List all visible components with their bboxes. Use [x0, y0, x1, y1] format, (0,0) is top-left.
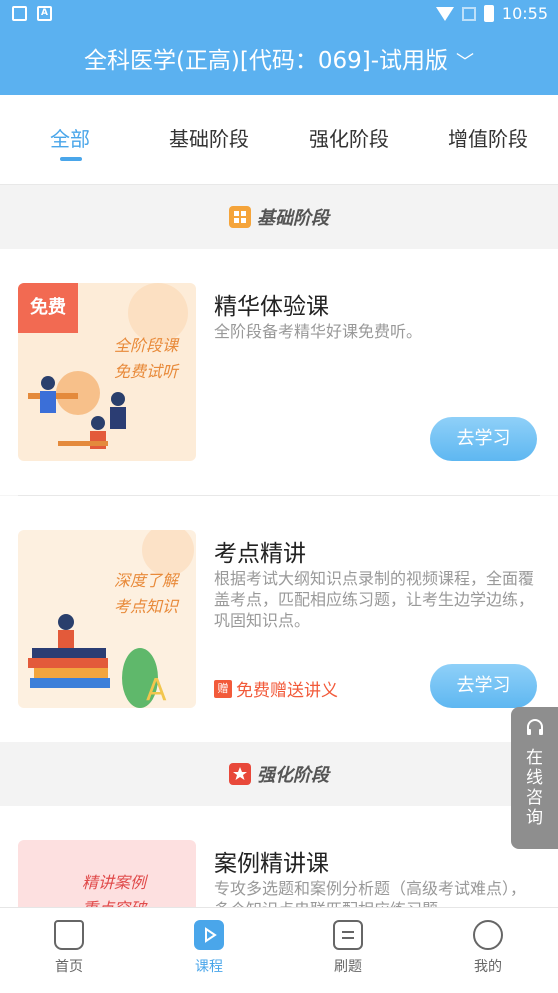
- nav-home[interactable]: 首页: [29, 920, 109, 976]
- course-thumbnail: 精讲案例 重点突破: [18, 840, 196, 907]
- section-header-basic: 基础阶段: [0, 185, 558, 249]
- home-icon: [54, 920, 84, 950]
- section-title: 基础阶段: [257, 208, 329, 229]
- course-title: 考点精讲: [214, 541, 306, 567]
- nav-courses[interactable]: 课程: [169, 920, 249, 976]
- handout-tag: 赠 免费赠送讲义: [214, 676, 338, 701]
- status-bar: A 10:55: [0, 0, 558, 28]
- course-thumbnail: A 深度了解 考点知识: [18, 530, 196, 708]
- course-title: 案例精讲课: [214, 851, 329, 877]
- nav-mine[interactable]: 我的: [448, 920, 528, 976]
- paper-icon: [333, 920, 363, 950]
- study-button[interactable]: 去学习: [430, 664, 537, 708]
- tab-indicator: [60, 157, 82, 161]
- nav-label: 课程: [195, 959, 223, 975]
- course-desc: 专攻多选题和案例分析题（高级考试难点），多个知识点串联匹配相应练习题: [214, 879, 527, 907]
- course-desc: 根据考试大纲知识点录制的视频课程，全面覆盖考点，匹配相应练习题，让考生边学边练，…: [214, 569, 535, 630]
- nav-label: 我的: [474, 959, 502, 975]
- thumb-text: 全阶段课: [113, 336, 178, 355]
- bottom-nav: 首页 课程 刷题 我的: [0, 907, 558, 993]
- status-time: 10:55: [501, 4, 548, 23]
- thumb-text: 免费试听: [113, 362, 178, 381]
- course-desc: 全阶段备考精华好课免费听。: [214, 322, 423, 341]
- wifi-icon: [435, 6, 454, 21]
- course-card[interactable]: 免费 全阶段课 免费试听 精华体验课 全阶段备考精华好课免费听。 去学习: [0, 249, 558, 495]
- page-title: 全科医学(正高)[代码：069]-试用版: [83, 48, 449, 74]
- course-card[interactable]: A 深度了解 考点知识 考点精讲 根据考试大纲知识点录制的视频课程，全面覆盖考点…: [0, 496, 558, 742]
- image-icon: [12, 6, 27, 21]
- nav-label: 首页: [55, 959, 83, 975]
- signal-icon: [461, 6, 476, 21]
- online-consult-button[interactable]: 在线咨询: [511, 707, 558, 849]
- section-header-intensive: 强化阶段: [0, 742, 558, 806]
- nav-label: 刷题: [334, 959, 362, 975]
- grid-icon: [229, 206, 251, 228]
- a-icon: A: [37, 6, 52, 21]
- course-selector[interactable]: 全科医学(正高)[代码：069]-试用版 ﹀: [0, 28, 558, 95]
- study-button[interactable]: 去学习: [430, 417, 537, 461]
- tab-intensive[interactable]: 强化阶段: [289, 123, 409, 152]
- thumb-text: 考点知识: [113, 597, 178, 616]
- tab-all[interactable]: 全部: [10, 123, 130, 152]
- play-icon: [194, 920, 224, 950]
- free-badge: 免费: [18, 283, 78, 333]
- course-card[interactable]: 精讲案例 重点突破 案例精讲课 专攻多选题和案例分析题（高级考试难点），多个知识…: [0, 806, 558, 907]
- chevron-down-icon: ﹀: [456, 52, 475, 73]
- battery-icon: [483, 5, 494, 22]
- user-icon: [473, 920, 503, 950]
- course-thumbnail: 免费 全阶段课 免费试听: [18, 283, 196, 461]
- consult-label: 在线咨询: [526, 748, 543, 828]
- svg-text:A: A: [146, 673, 167, 708]
- thumb-text: 重点突破: [82, 896, 146, 907]
- course-title: 精华体验课: [214, 294, 329, 320]
- handout-text: 免费赠送讲义: [236, 681, 338, 701]
- thumb-text: 精讲案例: [81, 873, 146, 892]
- headset-icon: [511, 717, 558, 744]
- thumb-text: 深度了解: [113, 571, 178, 590]
- star-icon: [229, 763, 251, 785]
- tab-value-added[interactable]: 增值阶段: [428, 123, 548, 152]
- section-title: 强化阶段: [257, 765, 329, 786]
- gift-icon: 赠: [214, 679, 232, 698]
- nav-practice[interactable]: 刷题: [308, 920, 388, 976]
- tab-basic[interactable]: 基础阶段: [149, 123, 269, 152]
- tab-bar: 全部 基础阶段 强化阶段 增值阶段: [0, 95, 558, 185]
